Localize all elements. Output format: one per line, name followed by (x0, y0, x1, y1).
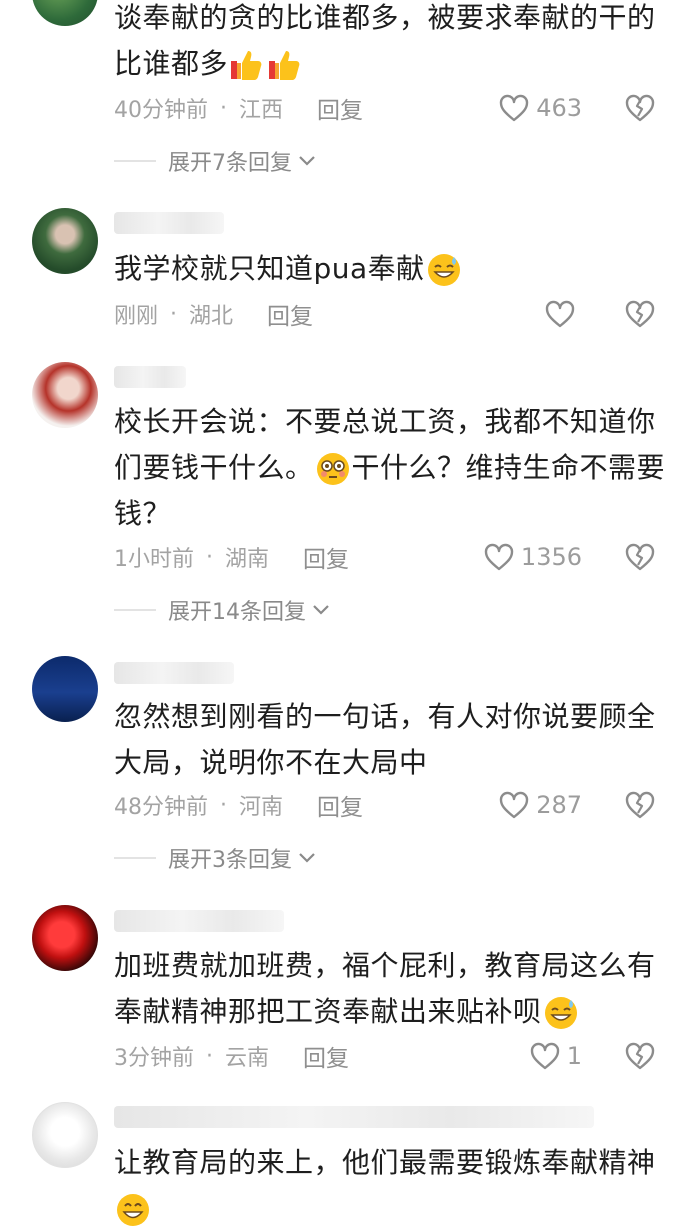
comment-meta: 40分钟前 · 江西 回复 (114, 88, 363, 128)
heart-outline-icon (499, 791, 529, 819)
comment-text-line: 让教育局的来上，他们最需要锻炼奉献精神 (114, 1146, 656, 1179)
reply-button[interactable]: 回复 (317, 91, 363, 125)
expand-replies-label: 展开7条回复 (168, 151, 292, 176)
username-blurred (114, 1106, 594, 1128)
comment-text: 谈奉献的贪的比谁都多，被要求奉献的干的 比谁都多 (114, 0, 674, 87)
expand-replies-button[interactable]: 展开14条回复 (114, 592, 332, 628)
expand-replies-button[interactable]: 展开3条回复 (114, 840, 318, 876)
like-button[interactable]: 1356 (483, 537, 582, 577)
dislike-heart-icon (625, 1042, 655, 1070)
expand-replies-button[interactable]: 展开7条回复 (114, 143, 318, 179)
comment-time: 1小时前 (114, 547, 194, 572)
comment-text-line: 加班费就加班费，福个屁利，教育局这么有 (114, 949, 656, 982)
comment-text-line: 谈奉献的贪的比谁都多，被要求奉献的干的 (114, 1, 656, 34)
reply-button[interactable]: 回复 (317, 788, 363, 822)
like-count: 1 (566, 1042, 582, 1070)
heart-outline-icon (484, 543, 514, 571)
username-blurred (114, 366, 186, 388)
username-blurred (114, 910, 284, 932)
reply-button[interactable]: 回复 (267, 297, 313, 331)
username-blurred (114, 662, 234, 684)
thumbs-up-emoji (269, 51, 300, 80)
comment-text-line: 们要钱干什么。 (114, 451, 314, 484)
dislike-button[interactable] (624, 785, 656, 825)
chevron-down-icon (299, 156, 315, 166)
chevron-down-icon (313, 605, 329, 615)
dislike-heart-icon (625, 94, 655, 122)
like-button[interactable] (544, 294, 582, 334)
like-button[interactable]: 287 (498, 785, 582, 825)
flushed-emoji (316, 453, 349, 485)
comment-location: 湖北 (189, 304, 234, 329)
comment-text-line: 钱？ (114, 497, 172, 530)
dislike-button[interactable] (624, 88, 656, 128)
avatar[interactable] (32, 905, 98, 971)
avatar[interactable] (32, 0, 98, 26)
avatar[interactable] (32, 656, 98, 722)
comment-location: 云南 (225, 1046, 270, 1071)
comment-location: 江西 (239, 98, 284, 123)
avatar[interactable] (32, 362, 98, 428)
heart-outline-icon (499, 94, 529, 122)
comment-text: 加班费就加班费，福个屁利，教育局这么有 奉献精神那把工资奉献出来贴补呗 (114, 943, 674, 1035)
comment-text: 我学校就只知道pua奉献 (114, 246, 674, 292)
comment-text-line: 忽然想到刚看的一句话，有人对你说要顾全 (114, 700, 656, 733)
like-count: 287 (536, 791, 582, 819)
dislike-heart-icon (625, 791, 655, 819)
comment-meta: 刚刚 · 湖北 回复 (114, 294, 313, 334)
like-button[interactable]: 1 (529, 1036, 582, 1076)
reply-button[interactable]: 回复 (303, 540, 349, 574)
username-blurred (114, 212, 224, 234)
like-count: 1356 (520, 543, 582, 571)
comment-meta: 1小时前 · 湖南 回复 (114, 537, 349, 577)
comment-text: 校长开会说：不要总说工资，我都不知道你 们要钱干什么。 干什么？维持生命不需要 钱… (114, 399, 674, 537)
like-button[interactable]: 463 (498, 88, 582, 128)
comment-time: 40分钟前 (114, 98, 208, 123)
like-count: 463 (536, 94, 582, 122)
comment-location: 湖南 (225, 547, 270, 572)
chevron-down-icon (299, 853, 315, 863)
comment-text-line: 大局，说明你不在大局中 (114, 746, 428, 779)
comment-meta: 48分钟前 · 河南 回复 (114, 785, 363, 825)
sweat-smile-emoji (427, 254, 460, 286)
comment-time: 刚刚 (114, 304, 159, 329)
dislike-heart-icon (625, 300, 655, 328)
avatar[interactable] (32, 208, 98, 274)
comment-text-line: 校长开会说：不要总说工资，我都不知道你 (114, 405, 656, 438)
comment-time: 48分钟前 (114, 795, 208, 820)
expand-replies-label: 展开3条回复 (168, 848, 292, 873)
heart-outline-icon (545, 300, 575, 328)
heart-outline-icon (530, 1042, 559, 1070)
expand-replies-label: 展开14条回复 (168, 600, 306, 625)
thumbs-up-emoji (231, 51, 262, 80)
dislike-button[interactable] (624, 1036, 656, 1076)
dislike-button[interactable] (624, 537, 656, 577)
comment-text-line: 比谁都多 (114, 47, 229, 80)
comment-text-line: 奉献精神那把工资奉献出来贴补呗 (114, 995, 542, 1028)
comment-text-line: 我学校就只知道pua奉献 (114, 252, 425, 285)
comment-meta: 3分钟前 · 云南 回复 (114, 1036, 349, 1076)
dislike-heart-icon (625, 543, 655, 571)
sweat-smile-emoji (544, 997, 577, 1029)
comment-location: 河南 (239, 795, 284, 820)
comment-text: 忽然想到刚看的一句话，有人对你说要顾全 大局，说明你不在大局中 (114, 694, 674, 786)
dislike-button[interactable] (624, 294, 656, 334)
grin-emoji (117, 1194, 149, 1226)
comment-time: 3分钟前 (114, 1046, 194, 1071)
avatar[interactable] (32, 1102, 98, 1168)
comment-text-line: 干什么？维持生命不需要 (351, 451, 666, 484)
comment-text: 让教育局的来上，他们最需要锻炼奉献精神 (114, 1140, 674, 1232)
reply-button[interactable]: 回复 (303, 1039, 349, 1073)
